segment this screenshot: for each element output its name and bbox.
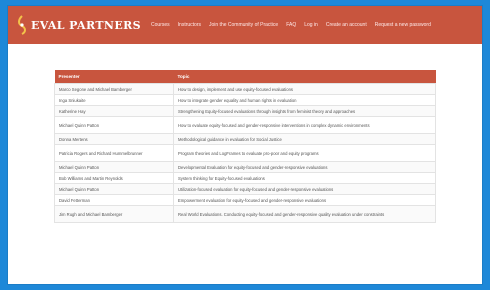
presenters-table: Presenter Topic Marco Segone and Michael… bbox=[54, 70, 436, 223]
header-presenter: Presenter bbox=[54, 70, 174, 84]
presenter-cell: Patricia Rogers and Richard Hummelbrunne… bbox=[54, 144, 174, 162]
presenter-cell: David Fetterman bbox=[54, 194, 174, 206]
main-nav: Courses Instructors Join the Community o… bbox=[151, 22, 439, 28]
presenter-cell: Jim Rugh and Michael Bamberger bbox=[54, 205, 174, 223]
nav-community[interactable]: Join the Community of Practice bbox=[209, 22, 278, 28]
topic-cell: How to design, implement and use equity-… bbox=[173, 83, 436, 95]
table-header-row: Presenter Topic bbox=[54, 70, 436, 84]
topic-cell: Strengthening Equity-focused evaluations… bbox=[173, 105, 436, 117]
topic-cell: System thinking for Equity-focused evalu… bbox=[173, 172, 436, 184]
table-row: Inga Sniukaite How to integrate gender eq… bbox=[54, 94, 436, 106]
nav-faq[interactable]: FAQ bbox=[286, 22, 296, 28]
presenter-cell: Marco Segone and Michael Bamberger bbox=[54, 83, 174, 95]
nav-instructors[interactable]: Instructors bbox=[178, 22, 201, 28]
table-row: Michael Quinn Patton How to evaluate equi… bbox=[54, 116, 436, 134]
topic-cell: Program theories and LogFrames to evalua… bbox=[173, 144, 436, 162]
site-logo[interactable]: EVAL PARTNERS bbox=[16, 15, 141, 35]
table-row: Patricia Rogers and Richard Hummelbrunne… bbox=[54, 144, 436, 162]
table-row: Michael Quinn Patton Utilization-focused … bbox=[54, 183, 436, 195]
topic-cell: Utilization-focused evaluation for equit… bbox=[173, 183, 436, 195]
nav-courses[interactable]: Courses bbox=[151, 22, 170, 28]
presenter-cell: Michael Quinn Patton bbox=[54, 183, 174, 195]
presenter-cell: Donna Mertens bbox=[54, 133, 174, 145]
table-row: Michael Quinn Patton Developmental Evalua… bbox=[54, 161, 436, 173]
topic-cell: Real World Evaluations. Conducting equit… bbox=[173, 205, 436, 223]
nav-request-password[interactable]: Request a new password bbox=[375, 22, 431, 28]
presenter-cell: Katherine Hay bbox=[54, 105, 174, 117]
nav-create-account[interactable]: Create an account bbox=[326, 22, 367, 28]
nav-login[interactable]: Log in bbox=[304, 22, 318, 28]
presenter-cell: Michael Quinn Patton bbox=[54, 116, 174, 134]
presenter-cell: Inga Sniukaite bbox=[54, 94, 174, 106]
topic-cell: How to evaluate equity-focused and gende… bbox=[173, 116, 436, 134]
logo-mark-icon bbox=[18, 15, 26, 35]
table-row: Bob Williams and Martin Reynolds System t… bbox=[54, 172, 436, 184]
logo-text: EVAL PARTNERS bbox=[31, 18, 142, 32]
presenter-cell: Bob Williams and Martin Reynolds bbox=[54, 172, 174, 184]
presenter-cell: Michael Quinn Patton bbox=[54, 161, 174, 173]
table-row: Marco Segone and Michael Bamberger How to… bbox=[54, 83, 436, 95]
topic-cell: Developmental Evaluation for equity-focu… bbox=[173, 161, 436, 173]
browser-page: EVAL PARTNERS Courses Instructors Join t… bbox=[8, 6, 482, 284]
table-row: Jim Rugh and Michael Bamberger Real World… bbox=[54, 205, 436, 223]
main-content: Presenter Topic Marco Segone and Michael… bbox=[8, 44, 482, 223]
header-bar: EVAL PARTNERS Courses Instructors Join t… bbox=[8, 6, 482, 44]
topic-cell: How to integrate gender equality and hum… bbox=[173, 94, 436, 106]
header-topic: Topic bbox=[173, 70, 436, 84]
topic-cell: Empowerment evaluation for equity-focuse… bbox=[173, 194, 436, 206]
table-row: Katherine Hay Strengthening Equity-focuse… bbox=[54, 105, 436, 117]
topic-cell: Methodological guidance in evaluation fo… bbox=[173, 133, 436, 145]
table-row: Donna Mertens Methodological guidance in … bbox=[54, 133, 436, 145]
table-row: David Fetterman Empowerment evaluation fo… bbox=[54, 194, 436, 206]
